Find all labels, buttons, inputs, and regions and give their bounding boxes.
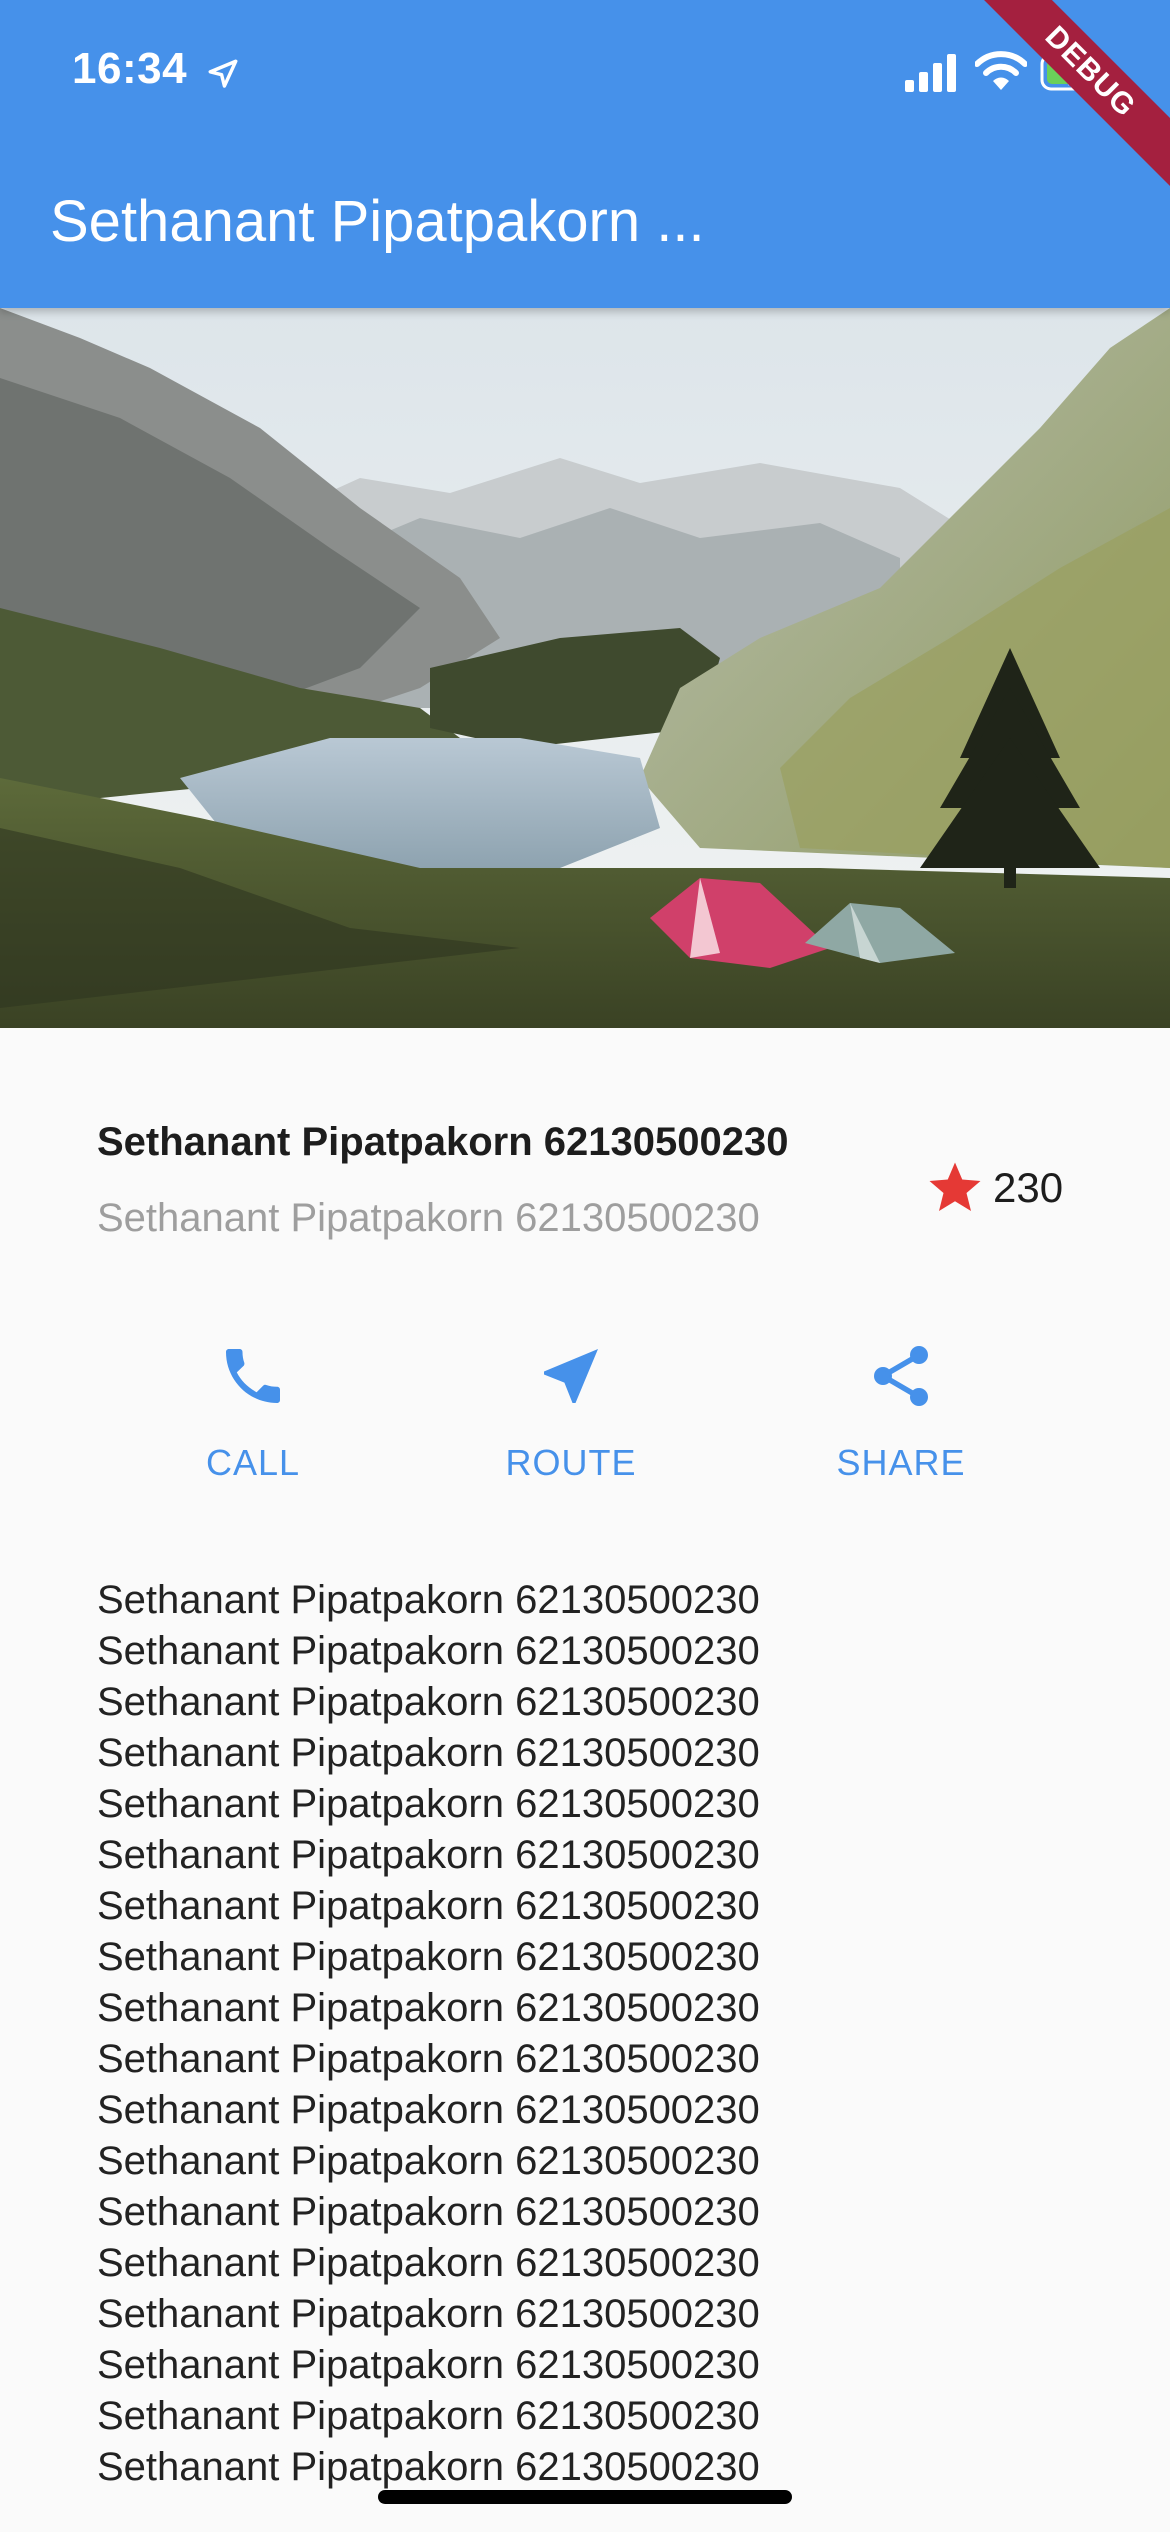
star-icon[interactable] (925, 1158, 985, 1218)
description-text: Sethanant Pipatpakorn 62130500230 Sethan… (97, 1575, 1097, 2493)
title-section: Sethanant Pipatpakorn 62130500230 Sethan… (97, 1120, 1097, 1260)
mountain-lake-photo (0, 308, 1170, 1028)
description-line: Sethanant Pipatpakorn 62130500230 (97, 2139, 760, 2183)
home-indicator[interactable] (378, 2490, 792, 2504)
description-line: Sethanant Pipatpakorn 62130500230 (97, 1884, 760, 1928)
call-label: CALL (205, 1442, 301, 1483)
description-line: Sethanant Pipatpakorn 62130500230 (97, 1833, 760, 1877)
description-line: Sethanant Pipatpakorn 62130500230 (97, 1986, 760, 2030)
call-button[interactable]: CALL (133, 1340, 373, 1484)
description-line: Sethanant Pipatpakorn 62130500230 (97, 2088, 760, 2132)
phone-icon (226, 1349, 280, 1403)
status-time: 16:34 (72, 44, 188, 93)
button-section: CALL ROUTE SHARE (0, 1340, 1170, 1510)
description-line: Sethanant Pipatpakorn 62130500230 (97, 1680, 760, 1724)
description-line: Sethanant Pipatpakorn 62130500230 (97, 2445, 760, 2489)
app-bar: 16:34 DEBUG Sethanant Pipatpakorn ... (0, 0, 1170, 308)
location-arrow-icon (208, 59, 238, 88)
description-line: Sethanant Pipatpakorn 62130500230 (97, 2190, 760, 2234)
description-line: Sethanant Pipatpakorn 62130500230 (97, 1782, 760, 1826)
cellular-signal-icon (905, 54, 956, 92)
description-line: Sethanant Pipatpakorn 62130500230 (97, 1935, 760, 1979)
description-line: Sethanant Pipatpakorn 62130500230 (97, 2241, 760, 2285)
description-line: Sethanant Pipatpakorn 62130500230 (97, 2394, 760, 2438)
place-subtitle: Sethanant Pipatpakorn 62130500230 (97, 1196, 760, 1240)
favorite-count: 230 (993, 1164, 1064, 1211)
description-line: Sethanant Pipatpakorn 62130500230 (97, 2343, 760, 2387)
share-button[interactable]: SHARE (781, 1340, 1021, 1484)
page-title: Sethanant Pipatpakorn ... (50, 189, 705, 254)
description-line: Sethanant Pipatpakorn 62130500230 (97, 1578, 760, 1622)
share-label: SHARE (836, 1442, 966, 1483)
share-icon (874, 1346, 928, 1406)
debug-banner: DEBUG (966, 0, 1170, 196)
near-me-icon (544, 1349, 598, 1403)
description-line: Sethanant Pipatpakorn 62130500230 (97, 2037, 760, 2081)
description-line: Sethanant Pipatpakorn 62130500230 (97, 1731, 760, 1775)
wifi-icon (975, 51, 1027, 90)
place-title: Sethanant Pipatpakorn 62130500230 (97, 1120, 789, 1164)
hero-image (0, 308, 1170, 1028)
description-line: Sethanant Pipatpakorn 62130500230 (97, 1629, 760, 1673)
route-button[interactable]: ROUTE (451, 1340, 691, 1484)
route-label: ROUTE (505, 1442, 637, 1483)
description-line: Sethanant Pipatpakorn 62130500230 (97, 2292, 760, 2336)
